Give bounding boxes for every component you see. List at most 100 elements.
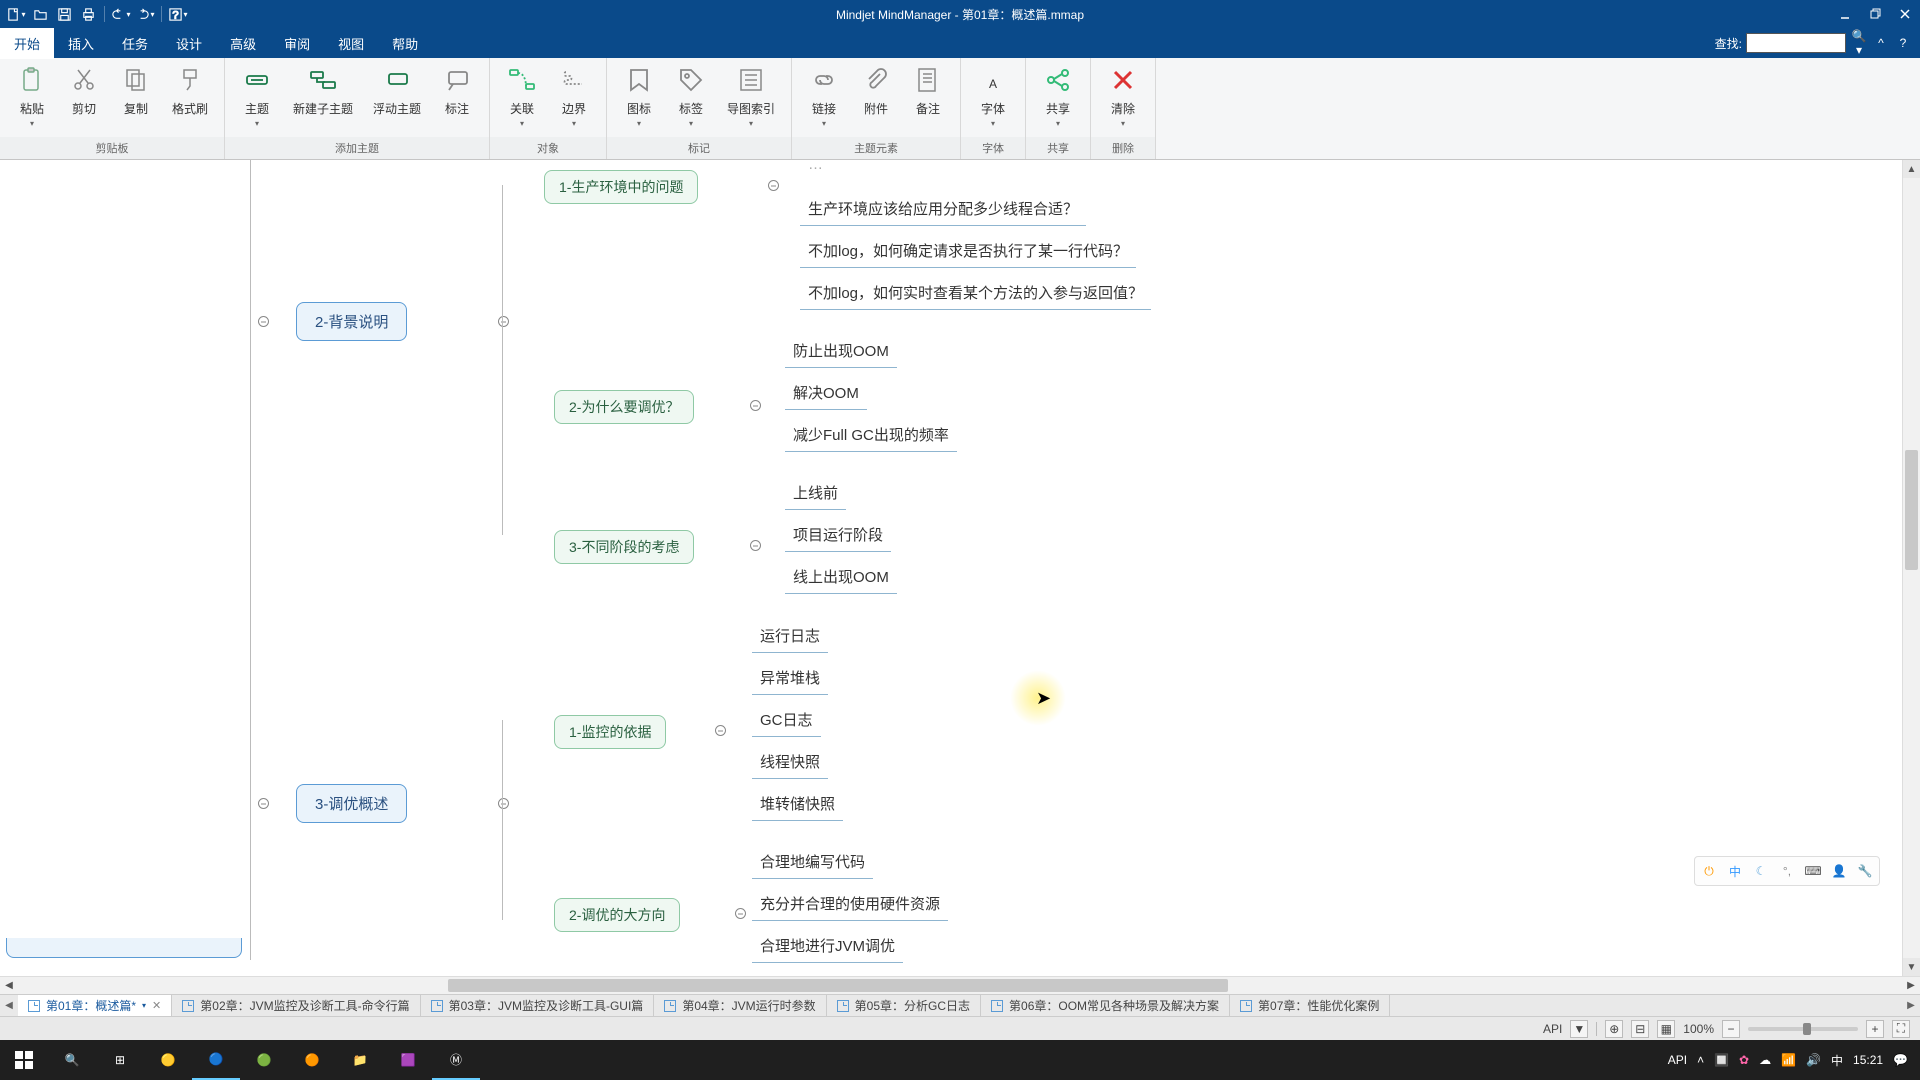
paste-button[interactable]: 粘贴▾	[6, 62, 58, 130]
app-chrome2-icon[interactable]: 🔵	[192, 1040, 240, 1080]
zoom-in-icon[interactable]: +	[1866, 1020, 1884, 1038]
subtopic-button[interactable]: 新建子主题	[283, 62, 363, 119]
tray-wifi-icon[interactable]: 📶	[1781, 1053, 1796, 1067]
doc-tab-04[interactable]: 第04章：JVM运行时参数	[654, 995, 826, 1016]
leaf[interactable]: 生产环境应该给应用分配多少线程合适？	[800, 194, 1086, 226]
leaf[interactable]: 减少Full GC出现的频率	[785, 420, 957, 452]
maximize-button[interactable]	[1860, 0, 1890, 28]
undo-icon[interactable]: ▾	[111, 4, 131, 24]
leaf[interactable]: 运行日志	[752, 621, 828, 653]
zoom-slider-thumb[interactable]	[1803, 1023, 1811, 1035]
help-icon[interactable]: ?▾	[168, 4, 188, 24]
canvas[interactable]: 2-背景说明 3-调优概述 1-生产环境中的问题 2-为什么要调优？ 3-不同阶…	[0, 160, 1902, 976]
node-tuning-overview[interactable]: 3-调优概述	[296, 784, 407, 823]
vertical-scrollbar[interactable]: ▲ ▼	[1902, 160, 1920, 976]
tray-cloud-icon[interactable]: ☁	[1759, 1053, 1771, 1067]
comma-icon[interactable]: °,	[1777, 861, 1797, 881]
scroll-up-icon[interactable]: ▲	[1903, 160, 1920, 178]
new-file-icon[interactable]: ▾	[6, 4, 26, 24]
float-topic-button[interactable]: 浮动主题	[363, 62, 431, 119]
moon-icon[interactable]: ☾	[1751, 861, 1771, 881]
leaf[interactable]: 项目运行阶段	[785, 520, 891, 552]
tray-expand-icon[interactable]: ˄	[1697, 1053, 1704, 1067]
topic-button[interactable]: 主题▾	[231, 62, 283, 130]
link-button[interactable]: 链接▾	[798, 62, 850, 130]
menu-view[interactable]: 视图	[324, 28, 378, 59]
wrench-icon[interactable]: 🔧	[1855, 861, 1875, 881]
attach-button[interactable]: 附件	[850, 62, 902, 119]
icons-button[interactable]: 图标▾	[613, 62, 665, 130]
scroll-left-icon[interactable]: ◀	[0, 980, 18, 991]
tray-time[interactable]: 15:21	[1853, 1053, 1883, 1067]
scroll-thumb[interactable]	[1905, 450, 1918, 570]
leaf[interactable]: 防止出现OOM	[785, 336, 897, 368]
scroll-down-icon[interactable]: ▼	[1903, 958, 1920, 976]
start-button[interactable]	[0, 1040, 48, 1080]
menu-review[interactable]: 审阅	[270, 28, 324, 59]
keyboard-icon[interactable]: ⌨	[1803, 861, 1823, 881]
filter-icon[interactable]: ▼	[1570, 1020, 1588, 1038]
tab-close-icon[interactable]: ✕	[152, 999, 161, 1012]
leaf[interactable]: 上线前	[785, 478, 846, 510]
leaf[interactable]: GC日志	[752, 705, 821, 737]
app-chrome-icon[interactable]: 🟡	[144, 1040, 192, 1080]
node-monitoring-basis[interactable]: 1-监控的依据	[554, 715, 666, 749]
horizontal-scrollbar[interactable]: ◀ ▶	[0, 976, 1920, 994]
collapse-handle[interactable]	[735, 908, 746, 919]
node-stages[interactable]: 3-不同阶段的考虑	[554, 530, 694, 564]
open-file-icon[interactable]	[30, 4, 50, 24]
leaf[interactable]: 合理地编写代码	[752, 847, 873, 879]
menu-task[interactable]: 任务	[108, 28, 162, 59]
tab-nav-left[interactable]: ◀	[0, 1000, 18, 1011]
clear-button[interactable]: 清除▾	[1097, 62, 1149, 130]
relation-button[interactable]: 关联▾	[496, 62, 548, 130]
tab-nav-right[interactable]: ▶	[1902, 1000, 1920, 1011]
index-button[interactable]: 导图索引▾	[717, 62, 785, 130]
notes-button[interactable]: 备注	[902, 62, 954, 119]
leaf[interactable]: 线程快照	[752, 747, 828, 779]
cut-button[interactable]: 剪切	[58, 62, 110, 119]
user-icon[interactable]: 👤	[1829, 861, 1849, 881]
leaf-partial[interactable]: …	[800, 160, 831, 179]
tab-dropdown-icon[interactable]: ▾	[142, 1001, 146, 1010]
leaf[interactable]: 解决OOM	[785, 378, 867, 410]
app-mindmanager-icon[interactable]: Ⓜ	[432, 1040, 480, 1080]
doc-tab-05[interactable]: 第05章：分析GC日志	[827, 995, 981, 1016]
doc-tab-06[interactable]: 第06章：OOM常见各种场景及解决方案	[981, 995, 1230, 1016]
save-icon[interactable]	[54, 4, 74, 24]
minimize-button[interactable]	[1830, 0, 1860, 28]
app-firefox-icon[interactable]: 🟠	[288, 1040, 336, 1080]
power-icon[interactable]: ⏻	[1699, 861, 1719, 881]
node-production-problems[interactable]: 1-生产环境中的问题	[544, 170, 698, 204]
leaf[interactable]: 充分并合理的使用硬件资源	[752, 889, 948, 921]
search-input[interactable]	[1746, 33, 1846, 53]
close-button[interactable]	[1890, 0, 1920, 28]
tray-flower-icon[interactable]: ✿	[1739, 1053, 1749, 1067]
collapse-handle[interactable]	[768, 180, 779, 191]
task-view-icon[interactable]: ⊞	[96, 1040, 144, 1080]
leaf[interactable]: 线上出现OOM	[785, 562, 897, 594]
node-partial[interactable]	[6, 938, 242, 958]
leaf[interactable]: 不加log，如何实时查看某个方法的入参与返回值？	[800, 278, 1151, 310]
menu-design[interactable]: 设计	[162, 28, 216, 59]
collapse-ribbon-icon[interactable]: ^	[1872, 36, 1890, 50]
callout-button[interactable]: 标注	[431, 62, 483, 119]
zoom-fit-icon[interactable]: ⊕	[1605, 1020, 1623, 1038]
collapse-icon[interactable]: ⊟	[1631, 1020, 1649, 1038]
collapse-handle[interactable]	[750, 540, 761, 551]
menu-help[interactable]: 帮助	[378, 28, 432, 59]
tray-api-label[interactable]: API	[1668, 1053, 1687, 1067]
leaf[interactable]: 堆转储快照	[752, 789, 843, 821]
tray-volume-icon[interactable]: 🔊	[1806, 1053, 1821, 1067]
doc-tab-02[interactable]: 第02章：JVM监控及诊断工具-命令行篇	[172, 995, 420, 1016]
app-ide-icon[interactable]: 🟪	[384, 1040, 432, 1080]
tray-notifications-icon[interactable]: 💬	[1893, 1053, 1908, 1067]
redo-icon[interactable]: ▾	[135, 4, 155, 24]
scroll-right-icon[interactable]: ▶	[1902, 980, 1920, 991]
fullscreen-icon[interactable]: ⛶	[1892, 1020, 1910, 1038]
tags-button[interactable]: 标签▾	[665, 62, 717, 130]
view-mode-icon[interactable]: ▦	[1657, 1020, 1675, 1038]
binoculars-icon[interactable]: 🔍▾	[1850, 29, 1868, 57]
leaf[interactable]: 不加log，如何确定请求是否执行了某一行代码？	[800, 236, 1136, 268]
node-tuning-direction[interactable]: 2-调优的大方向	[554, 898, 680, 932]
